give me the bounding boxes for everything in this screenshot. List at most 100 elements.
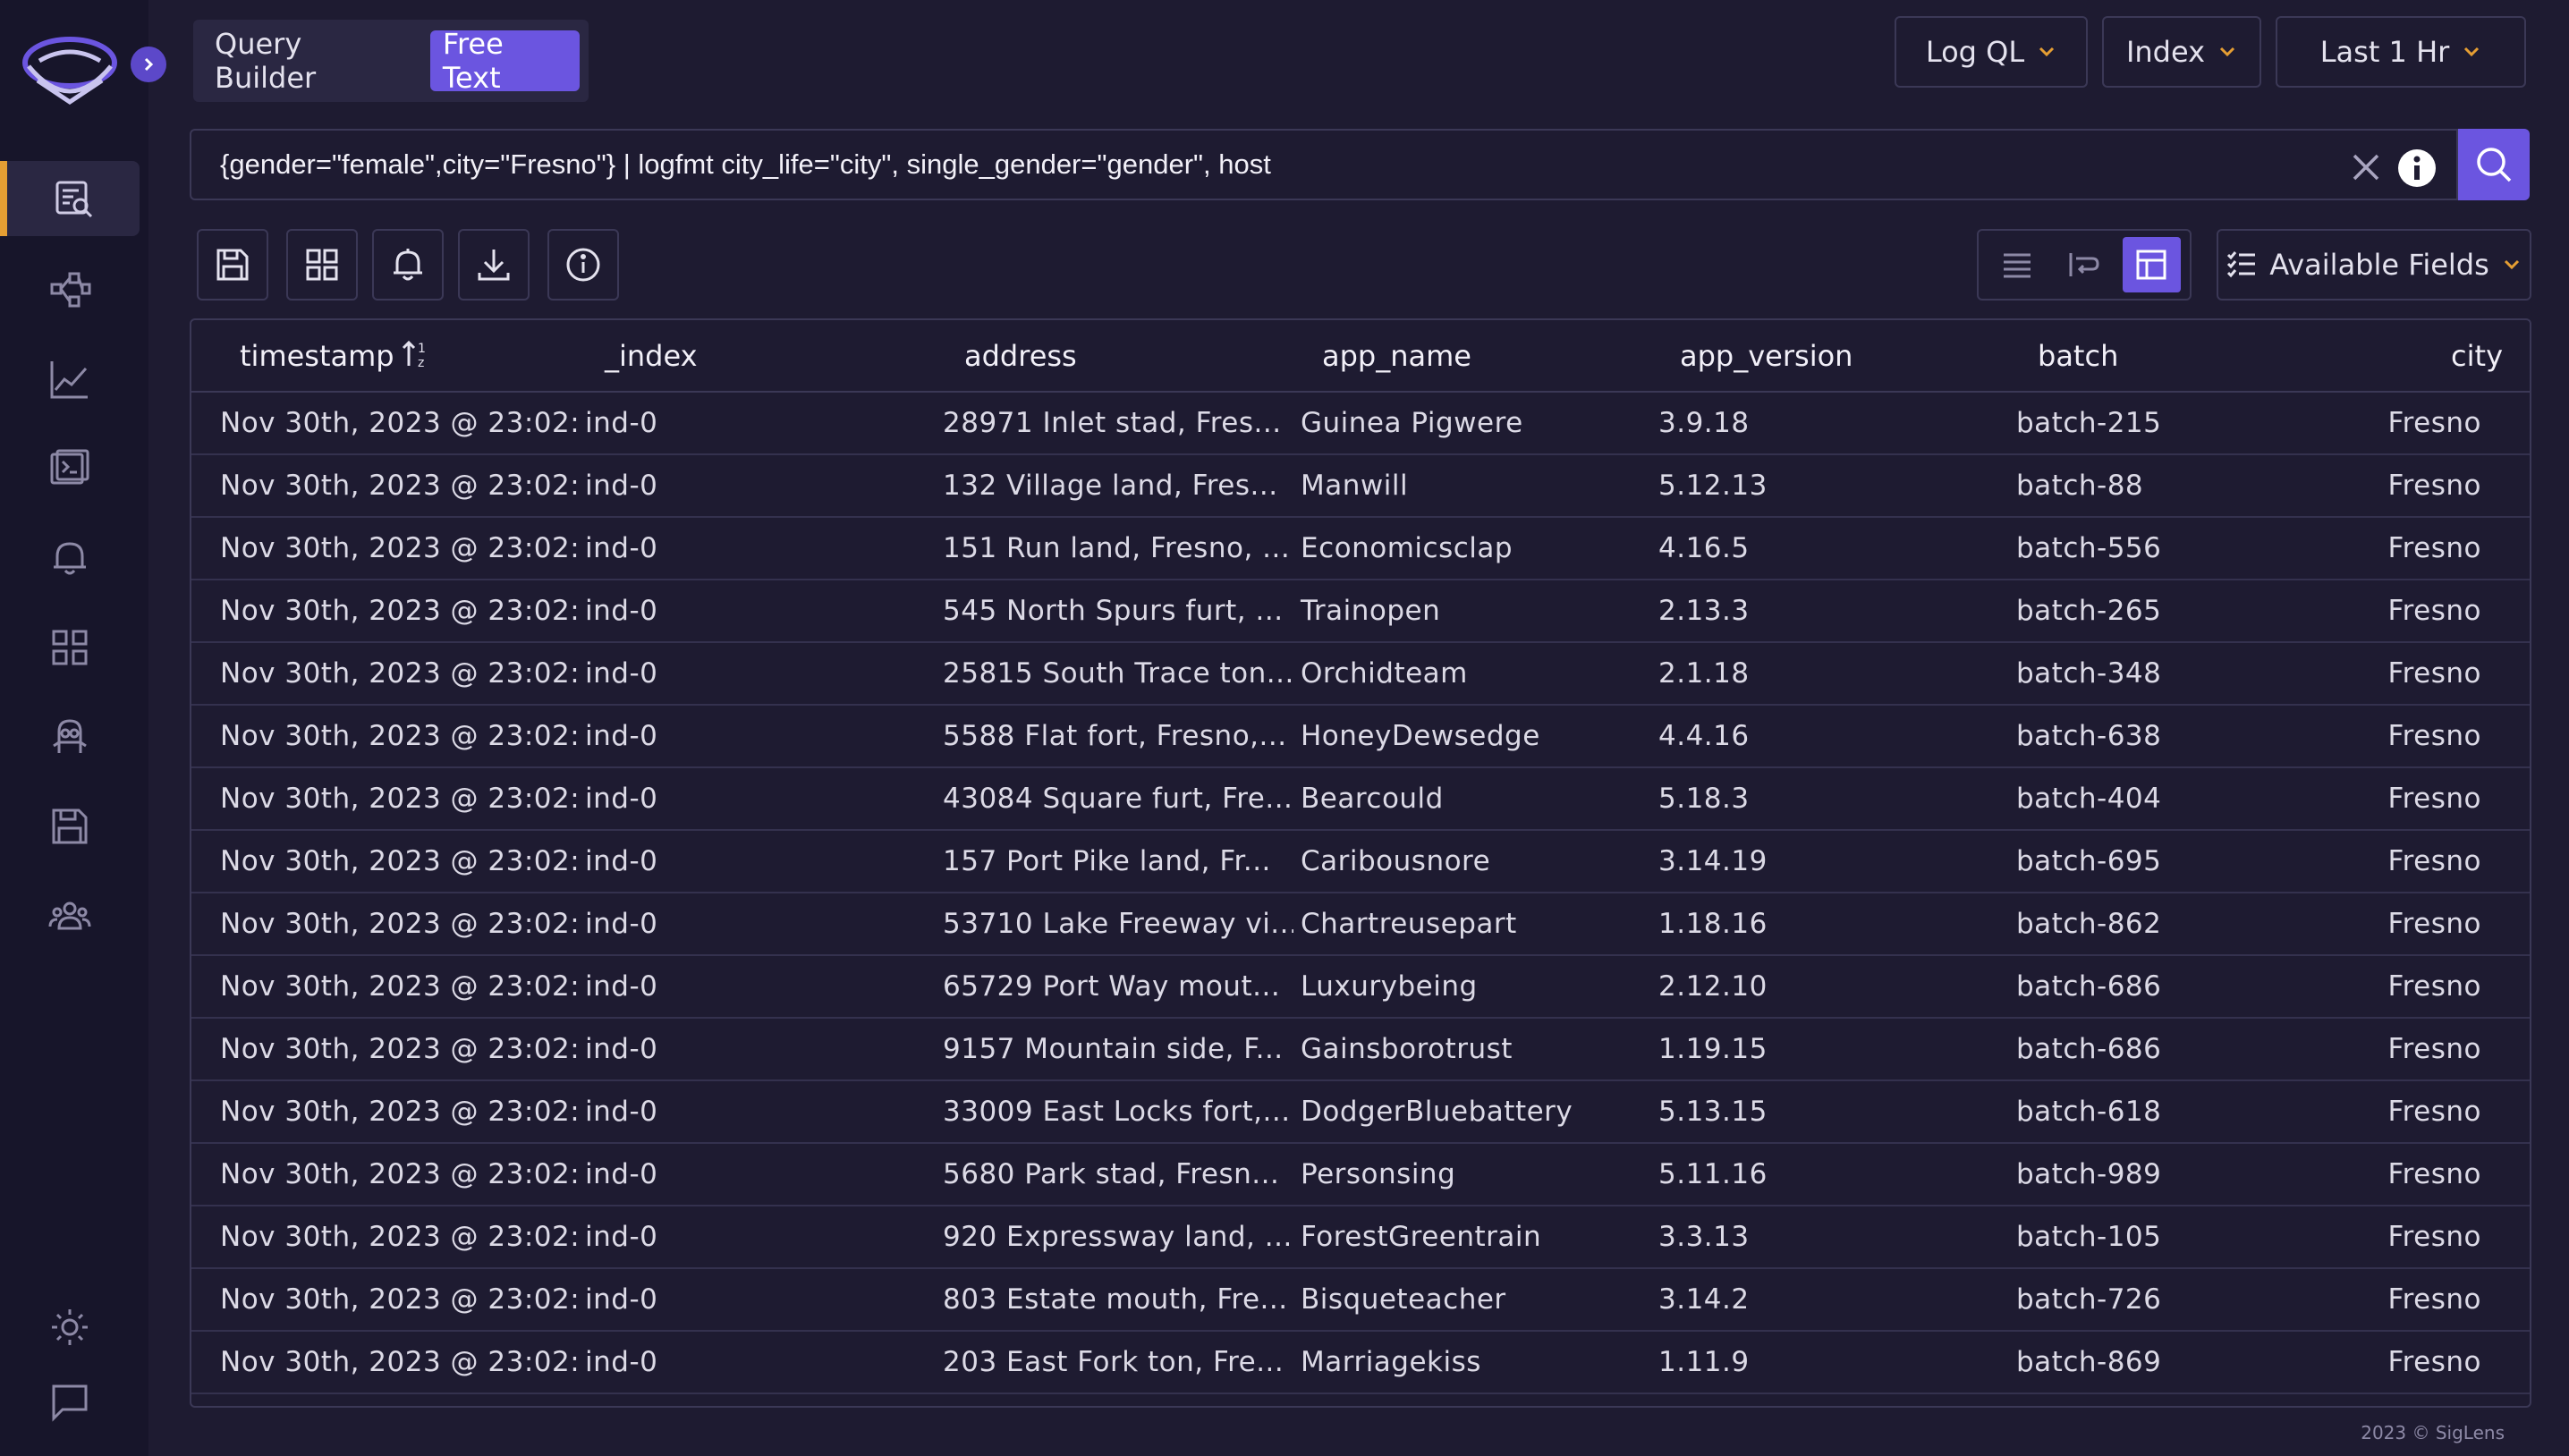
sidebar-item-saved-queries[interactable] xyxy=(0,789,140,864)
table-cell-app-name: DodgerBluebattery xyxy=(1293,1080,1651,1144)
table-cell-batch: batch-638 xyxy=(2009,705,2367,768)
table-cell-address: 132 Village land, Fres... xyxy=(936,454,1293,518)
sidebar-item-minion-searches[interactable] xyxy=(0,699,140,775)
available-fields-dropdown[interactable]: Available Fields xyxy=(2217,229,2531,301)
sort-icon[interactable]: 1z xyxy=(402,339,432,369)
table-cell-index: ind-0 xyxy=(578,517,936,580)
create-alert-button[interactable] xyxy=(372,229,444,301)
close-icon[interactable] xyxy=(2351,152,2381,182)
sidebar-item-logs[interactable] xyxy=(0,161,140,236)
table-row[interactable]: Nov 30th, 2023 @ 23:02:14 ind-0 53710 Lake… xyxy=(191,893,2530,956)
table-cell-timestamp: Nov 30th, 2023 @ 23:02:14 xyxy=(191,392,578,455)
table-cell-batch: batch-215 xyxy=(2009,392,2367,455)
sidebar-expand-button[interactable] xyxy=(131,47,166,82)
query-language-dropdown[interactable]: Log QL xyxy=(1895,16,2088,88)
table-row[interactable]: Nov 30th, 2023 @ 23:02:14 ind-0 132 Villag… xyxy=(191,454,2530,518)
table-cell-index: ind-0 xyxy=(578,1331,936,1394)
table-cell-address: 28971 Inlet stad, Fres... xyxy=(936,392,1293,455)
table-cell-app-version: 4.16.5 xyxy=(1651,517,2009,580)
table-cell-index: ind-0 xyxy=(578,392,936,455)
query-text: {gender="female",city="Fresno"} | logfmt… xyxy=(220,148,1271,180)
table-header-row: timestamp 1 z _index address app_name app_… xyxy=(191,320,2530,393)
add-to-dashboard-button[interactable] xyxy=(286,229,358,301)
sidebar xyxy=(0,0,148,1456)
table-cell-app-name: Orchidteam xyxy=(1293,642,1651,706)
table-row[interactable]: Nov 30th, 2023 @ 23:02:14 ind-0 203 East F… xyxy=(191,1331,2530,1394)
query-builder-tab[interactable]: Query Builder xyxy=(202,27,420,95)
logs-table: timestamp 1 z _index address app_name app_… xyxy=(190,318,2531,1408)
table-cell-address: 65729 Port Way mout... xyxy=(936,955,1293,1019)
save-query-button[interactable] xyxy=(197,229,268,301)
bell-icon xyxy=(394,249,422,281)
table-row[interactable]: Nov 30th, 2023 @ 23:02:14 ind-0 920 Expres… xyxy=(191,1206,2530,1269)
query-info-button[interactable] xyxy=(547,229,619,301)
column-header-timestamp[interactable]: timestamp 1 z xyxy=(191,320,578,393)
table-cell-city: Fresno xyxy=(2367,705,2530,768)
table-row[interactable]: Nov 30th, 2023 @ 23:02:14 ind-0 545 North … xyxy=(191,580,2530,643)
table-cell-index: ind-0 xyxy=(578,1143,936,1206)
table-cell-index: ind-0 xyxy=(578,1206,936,1269)
feedback-chat-icon xyxy=(52,1384,88,1422)
table-row[interactable]: Nov 30th, 2023 @ 23:02:14 ind-0 9157 Mount… xyxy=(191,1018,2530,1081)
sidebar-item-metrics[interactable] xyxy=(0,342,140,417)
query-mode-toggle: Query Builder Free Text xyxy=(193,20,589,102)
theme-toggle[interactable] xyxy=(0,1290,140,1365)
table-view-button[interactable] xyxy=(2122,237,2181,292)
column-header-batch[interactable]: batch xyxy=(2009,320,2367,393)
table-cell-timestamp: Nov 30th, 2023 @ 23:02:14 xyxy=(191,1143,578,1206)
sidebar-item-live-tail[interactable] xyxy=(0,431,140,506)
table-row[interactable]: Nov 30th, 2023 @ 23:02:14 ind-0 33009 East… xyxy=(191,1080,2530,1144)
sidebar-item-alerts[interactable] xyxy=(0,521,140,596)
alerts-bell-icon xyxy=(54,542,86,575)
table-cell-app-name: Luxurybeing xyxy=(1293,955,1651,1019)
sidebar-item-users[interactable] xyxy=(0,878,140,953)
chevron-down-icon xyxy=(2504,259,2519,270)
sidebar-item-service-graph[interactable] xyxy=(0,252,140,327)
wrap-lines-view-button[interactable] xyxy=(2055,237,2113,292)
table-cell-index: ind-0 xyxy=(578,955,936,1019)
table-cell-city: Fresno xyxy=(2367,1143,2530,1206)
log-view-switcher xyxy=(1977,229,2192,301)
feedback-button[interactable] xyxy=(0,1365,140,1440)
table-cell-address: 151 Run land, Fresno, ... xyxy=(936,517,1293,580)
download-button[interactable] xyxy=(458,229,530,301)
single-line-view-button[interactable] xyxy=(1988,237,2046,292)
table-cell-batch: batch-618 xyxy=(2009,1080,2367,1144)
siglens-logo-icon[interactable] xyxy=(20,27,120,116)
info-icon[interactable] xyxy=(2397,148,2437,188)
table-cell-city: Fresno xyxy=(2367,767,2530,831)
table-cell-app-name: Bearcould xyxy=(1293,767,1651,831)
table-cell-app-name: Marriagekiss xyxy=(1293,1331,1651,1394)
index-dropdown[interactable]: Index xyxy=(2102,16,2261,88)
query-input[interactable]: {gender="female",city="Fresno"} | logfmt… xyxy=(190,129,2458,200)
table-row[interactable]: Nov 30th, 2023 @ 23:02:14 ind-0 25815 Sout… xyxy=(191,642,2530,706)
table-cell-app-version: 3.14.2 xyxy=(1651,1268,2009,1332)
table-row[interactable]: Nov 30th, 2023 @ 23:02:14 ind-0 5588 Flat … xyxy=(191,705,2530,768)
column-header-app-name[interactable]: app_name xyxy=(1293,320,1651,393)
table-cell-address: 33009 East Locks fort,... xyxy=(936,1080,1293,1144)
table-cell-app-version: 2.13.3 xyxy=(1651,580,2009,643)
table-cell-index: ind-0 xyxy=(578,705,936,768)
table-row[interactable]: Nov 30th, 2023 @ 23:02:14 ind-0 43084 Squa… xyxy=(191,767,2530,831)
column-header-app-version[interactable]: app_version xyxy=(1651,320,2009,393)
table-row[interactable]: Nov 30th, 2023 @ 23:02:14 ind-0 28971 Inle… xyxy=(191,392,2530,455)
table-cell-batch: batch-404 xyxy=(2009,767,2367,831)
table-row[interactable]: Nov 30th, 2023 @ 23:02:14 ind-0 5680 Park … xyxy=(191,1143,2530,1206)
table-row[interactable]: Nov 30th, 2023 @ 23:02:14 ind-0 151 Run la… xyxy=(191,517,2530,580)
wrap-lines-icon xyxy=(2069,253,2099,276)
table-row[interactable]: Nov 30th, 2023 @ 23:02:14 ind-0 157 Port P… xyxy=(191,830,2530,893)
column-header-address[interactable]: address xyxy=(936,320,1293,393)
column-header-city[interactable]: city xyxy=(2367,320,2530,393)
table-row[interactable]: Nov 30th, 2023 @ 23:02:14 ind-0 803 Estate… xyxy=(191,1268,2530,1332)
table-cell-batch: batch-869 xyxy=(2009,1331,2367,1394)
table-cell-timestamp: Nov 30th, 2023 @ 23:02:14 xyxy=(191,1018,578,1081)
save-icon xyxy=(216,249,249,281)
free-text-tab[interactable]: Free Text xyxy=(429,27,580,95)
time-range-dropdown[interactable]: Last 1 Hr xyxy=(2276,16,2526,88)
column-header-index[interactable]: _index xyxy=(578,320,936,393)
index-label: Index xyxy=(2125,35,2206,69)
run-query-button[interactable] xyxy=(2458,129,2530,200)
table-row[interactable]: Nov 30th, 2023 @ 23:02:14 ind-0 65729 Port… xyxy=(191,955,2530,1019)
sidebar-item-dashboards[interactable] xyxy=(0,610,140,685)
single-line-icon xyxy=(2003,253,2031,278)
